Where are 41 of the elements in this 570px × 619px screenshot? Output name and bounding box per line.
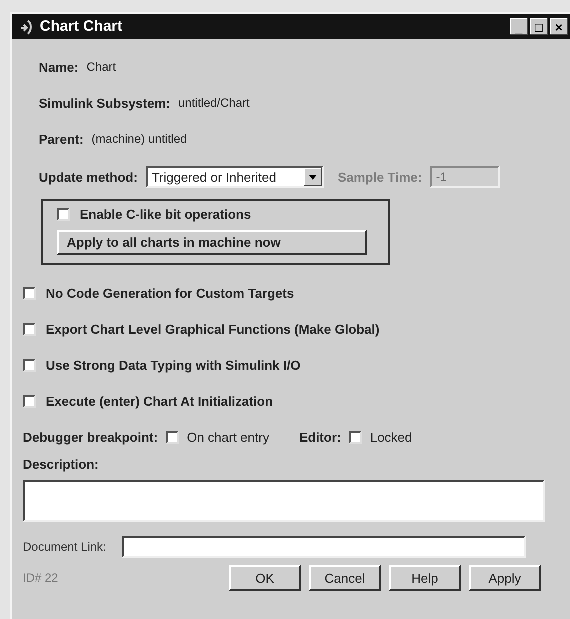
id-label: ID# 22: [23, 571, 60, 585]
field-label: Name:: [39, 60, 79, 74]
checkbox[interactable]: [23, 358, 36, 372]
apply-all-button[interactable]: Apply to all charts in machine now: [57, 230, 367, 255]
input-field[interactable]: [122, 536, 526, 558]
field-value: (machine) untitled: [92, 132, 188, 146]
checkbox-label: Use Strong Data Typing with Simulink I/O: [46, 358, 301, 372]
field-label: Document Link:: [23, 540, 106, 554]
maximize-button[interactable]: □: [530, 18, 548, 35]
checkbox[interactable]: [166, 430, 180, 444]
close-button[interactable]: ×: [550, 18, 568, 35]
field-value: untitled/Chart: [178, 96, 250, 110]
checkbox-label: Export Chart Level Graphical Functions (Make Global): [46, 322, 380, 336]
field-value: Chart: [86, 60, 116, 74]
text-area[interactable]: [23, 480, 545, 522]
checkbox[interactable]: [57, 208, 70, 221]
field-label: Simulink Subsystem:: [39, 96, 170, 110]
dialog-button[interactable]: OK: [229, 565, 301, 591]
checkbox-label: On chart entry: [187, 430, 270, 444]
dialog-button[interactable]: Cancel: [309, 565, 381, 591]
checkbox[interactable]: [23, 394, 36, 408]
checkbox[interactable]: [349, 430, 362, 444]
checkbox-label: Enable C-like bit operations: [80, 207, 252, 222]
field-label: Update method:: [39, 170, 138, 184]
minimize-button[interactable]: _: [510, 18, 528, 35]
checkbox[interactable]: [23, 322, 36, 336]
dialog-button[interactable]: Apply: [469, 565, 541, 591]
field-label: Description:: [23, 457, 100, 472]
caret-icon[interactable]: [308, 174, 317, 180]
window-title: Chart Chart: [40, 18, 124, 35]
field-label: Parent:: [39, 132, 84, 146]
field-label: Sample Time:: [338, 170, 422, 184]
arrow-icon: [20, 18, 34, 34]
checkbox-label: Locked: [370, 430, 412, 444]
dialog-button[interactable]: Help: [389, 565, 461, 591]
checkbox-label: Execute (enter) Chart At Initialization: [46, 394, 274, 408]
checkbox-label: No Code Generation for Custom Targets: [46, 286, 294, 300]
dropdown[interactable]: Triggered or Inherited: [146, 166, 324, 188]
field-label: Debugger breakpoint:: [23, 430, 158, 444]
checkbox[interactable]: [23, 286, 36, 300]
field-label: Editor:: [299, 430, 342, 444]
